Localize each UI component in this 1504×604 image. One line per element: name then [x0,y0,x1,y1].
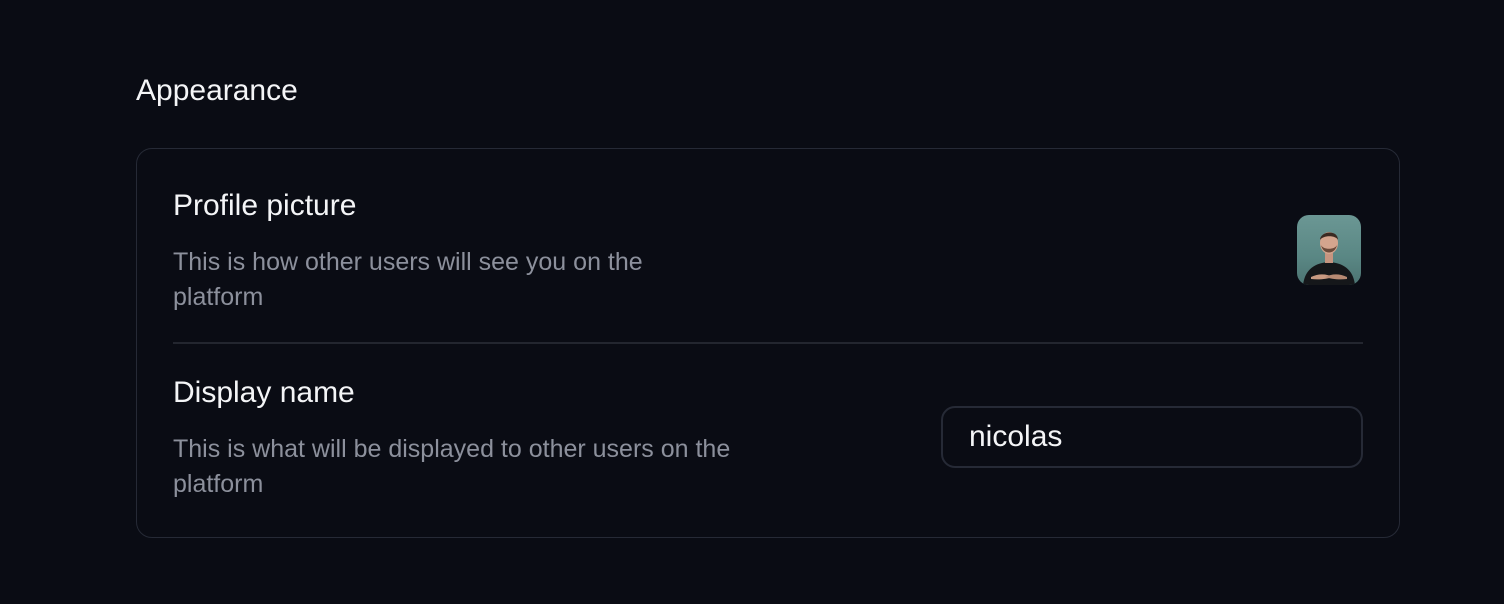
profile-picture-description: This is how other users will see you on … [173,248,643,311]
display-name-row: Display name This is what will be displa… [173,374,1363,514]
appearance-card: Profile picture This is how other users … [136,148,1400,538]
user-photo-icon [1303,232,1355,285]
profile-picture-title: Profile picture [173,189,357,222]
display-name-description: This is what will be displayed to other … [173,435,731,498]
section-title: Appearance [136,74,298,107]
avatar[interactable] [1297,215,1361,285]
display-name-input[interactable] [941,406,1363,468]
profile-picture-row: Profile picture This is how other users … [173,187,1363,343]
row-divider [173,342,1363,344]
display-name-title: Display name [173,376,355,409]
